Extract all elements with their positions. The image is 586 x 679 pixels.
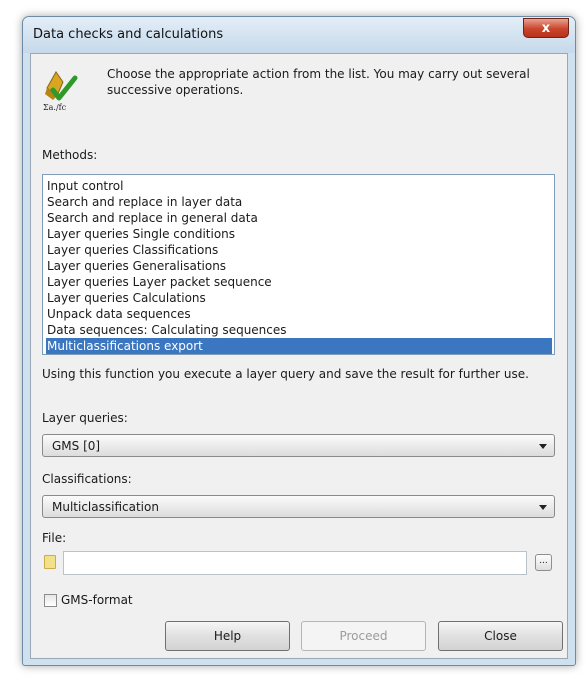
window-close-button[interactable]: x (523, 18, 569, 38)
intro-text: Choose the appropriate action from the l… (107, 67, 530, 97)
file-path-input[interactable] (63, 551, 527, 575)
data-check-icon: Σa./fc (43, 71, 78, 112)
classifications-label: Classifications: (42, 472, 132, 486)
classifications-dropdown[interactable]: Multiclassification (42, 495, 555, 518)
method-item[interactable]: Layer queries Single conditions (46, 226, 552, 242)
gms-format-label[interactable]: GMS-format (61, 593, 133, 607)
method-item[interactable]: Layer queries Layer packet sequence (46, 274, 552, 290)
dialog-body: Σa./fc Choose the appropriate action fro… (30, 53, 568, 659)
layer-queries-label: Layer queries: (42, 411, 128, 425)
chevron-down-icon (539, 505, 547, 510)
classifications-value: Multiclassification (52, 500, 159, 514)
method-item[interactable]: Layer queries Generalisations (46, 258, 552, 274)
file-label: File: (42, 531, 67, 545)
proceed-button[interactable]: Proceed (301, 621, 426, 651)
chevron-down-icon (539, 444, 547, 449)
gms-format-checkbox[interactable] (44, 594, 57, 607)
method-item[interactable]: Search and replace in general data (46, 210, 552, 226)
description-text: Using this function you execute a layer … (42, 367, 529, 381)
method-item[interactable]: Layer queries Classifications (46, 242, 552, 258)
method-item-selected[interactable]: Multiclassifications export (46, 338, 552, 354)
layer-queries-dropdown[interactable]: GMS [0] (42, 434, 555, 457)
methods-list[interactable]: Input control Search and replace in laye… (42, 174, 555, 355)
close-button[interactable]: Close (438, 621, 563, 651)
methods-label: Methods: (42, 148, 98, 162)
file-icon (44, 555, 56, 569)
icon-caption: Σa./fc (43, 103, 67, 112)
method-item[interactable]: Data sequences: Calculating sequences (46, 322, 552, 338)
browse-button[interactable]: ... (535, 554, 552, 571)
window-title: Data checks and calculations (33, 27, 224, 42)
method-item[interactable]: Input control (46, 178, 552, 194)
method-item[interactable]: Unpack data sequences (46, 306, 552, 322)
dialog-window: Data checks and calculations x Σa./fc Ch… (22, 16, 576, 666)
help-button[interactable]: Help (165, 621, 290, 651)
method-item[interactable]: Search and replace in layer data (46, 194, 552, 210)
title-bar[interactable]: Data checks and calculations x (23, 17, 575, 53)
layer-queries-value: GMS [0] (52, 439, 101, 453)
method-item[interactable]: Layer queries Calculations (46, 290, 552, 306)
